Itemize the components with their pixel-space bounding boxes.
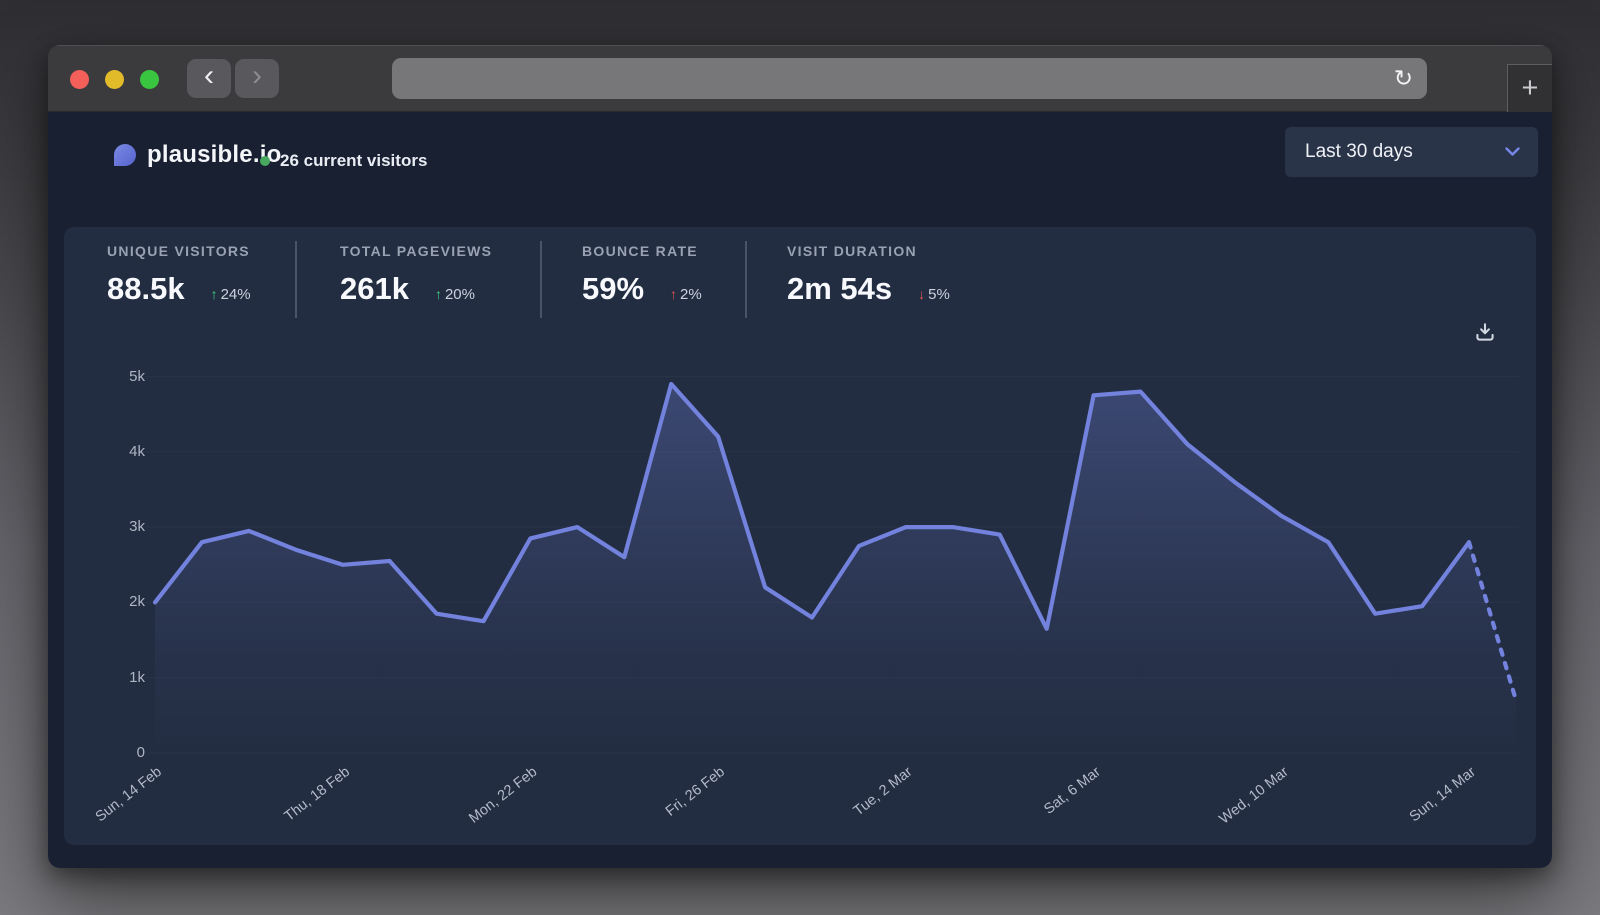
- date-range-dropdown[interactable]: Last 30 days: [1285, 127, 1538, 177]
- y-axis-tick-label: 3k: [85, 518, 145, 535]
- plus-icon: +: [1522, 72, 1539, 105]
- date-range-value: Last 30 days: [1305, 141, 1505, 163]
- y-axis-tick-label: 1k: [85, 669, 145, 686]
- visitors-line-chart: [64, 227, 1536, 845]
- address-bar[interactable]: ↻: [392, 58, 1427, 99]
- y-axis-tick-label: 5k: [85, 368, 145, 385]
- chevron-down-icon: [1505, 147, 1520, 157]
- chart-area-fill: [155, 384, 1516, 753]
- live-indicator-dot-icon: [260, 156, 270, 166]
- new-tab-button[interactable]: +: [1507, 64, 1552, 112]
- refresh-icon[interactable]: ↻: [1394, 65, 1413, 92]
- forward-chevron-icon: ›: [252, 61, 262, 91]
- forward-button[interactable]: ›: [235, 59, 279, 98]
- zoom-window-button[interactable]: [140, 70, 159, 89]
- minimize-window-button[interactable]: [105, 70, 124, 89]
- y-axis-tick-label: 0: [85, 744, 145, 761]
- plausible-logo-icon: [114, 144, 136, 166]
- dashboard-page: plausible.io 26 current visitors Last 30…: [48, 112, 1552, 868]
- browser-window: ‹ › ↻ + plausible.io 26 current visitors…: [48, 45, 1552, 868]
- visitors-chart[interactable]: 5k4k3k2k1k0Sun, 14 FebThu, 18 FebMon, 22…: [64, 227, 1536, 845]
- dashboard-header: plausible.io 26 current visitors Last 30…: [48, 112, 1552, 227]
- analytics-card: UNIQUE VISITORS 88.5k ↑24% TOTAL PAGEVIE…: [64, 227, 1536, 845]
- back-chevron-icon: ‹: [204, 61, 214, 91]
- live-visitors[interactable]: 26 current visitors: [260, 151, 427, 171]
- y-axis-tick-label: 4k: [85, 443, 145, 460]
- back-button[interactable]: ‹: [187, 59, 231, 98]
- y-axis-tick-label: 2k: [85, 593, 145, 610]
- browser-toolbar: ‹ › ↻ +: [48, 45, 1552, 112]
- close-window-button[interactable]: [70, 70, 89, 89]
- site-brand: plausible.io: [114, 141, 281, 169]
- live-visitors-label: 26 current visitors: [280, 151, 427, 171]
